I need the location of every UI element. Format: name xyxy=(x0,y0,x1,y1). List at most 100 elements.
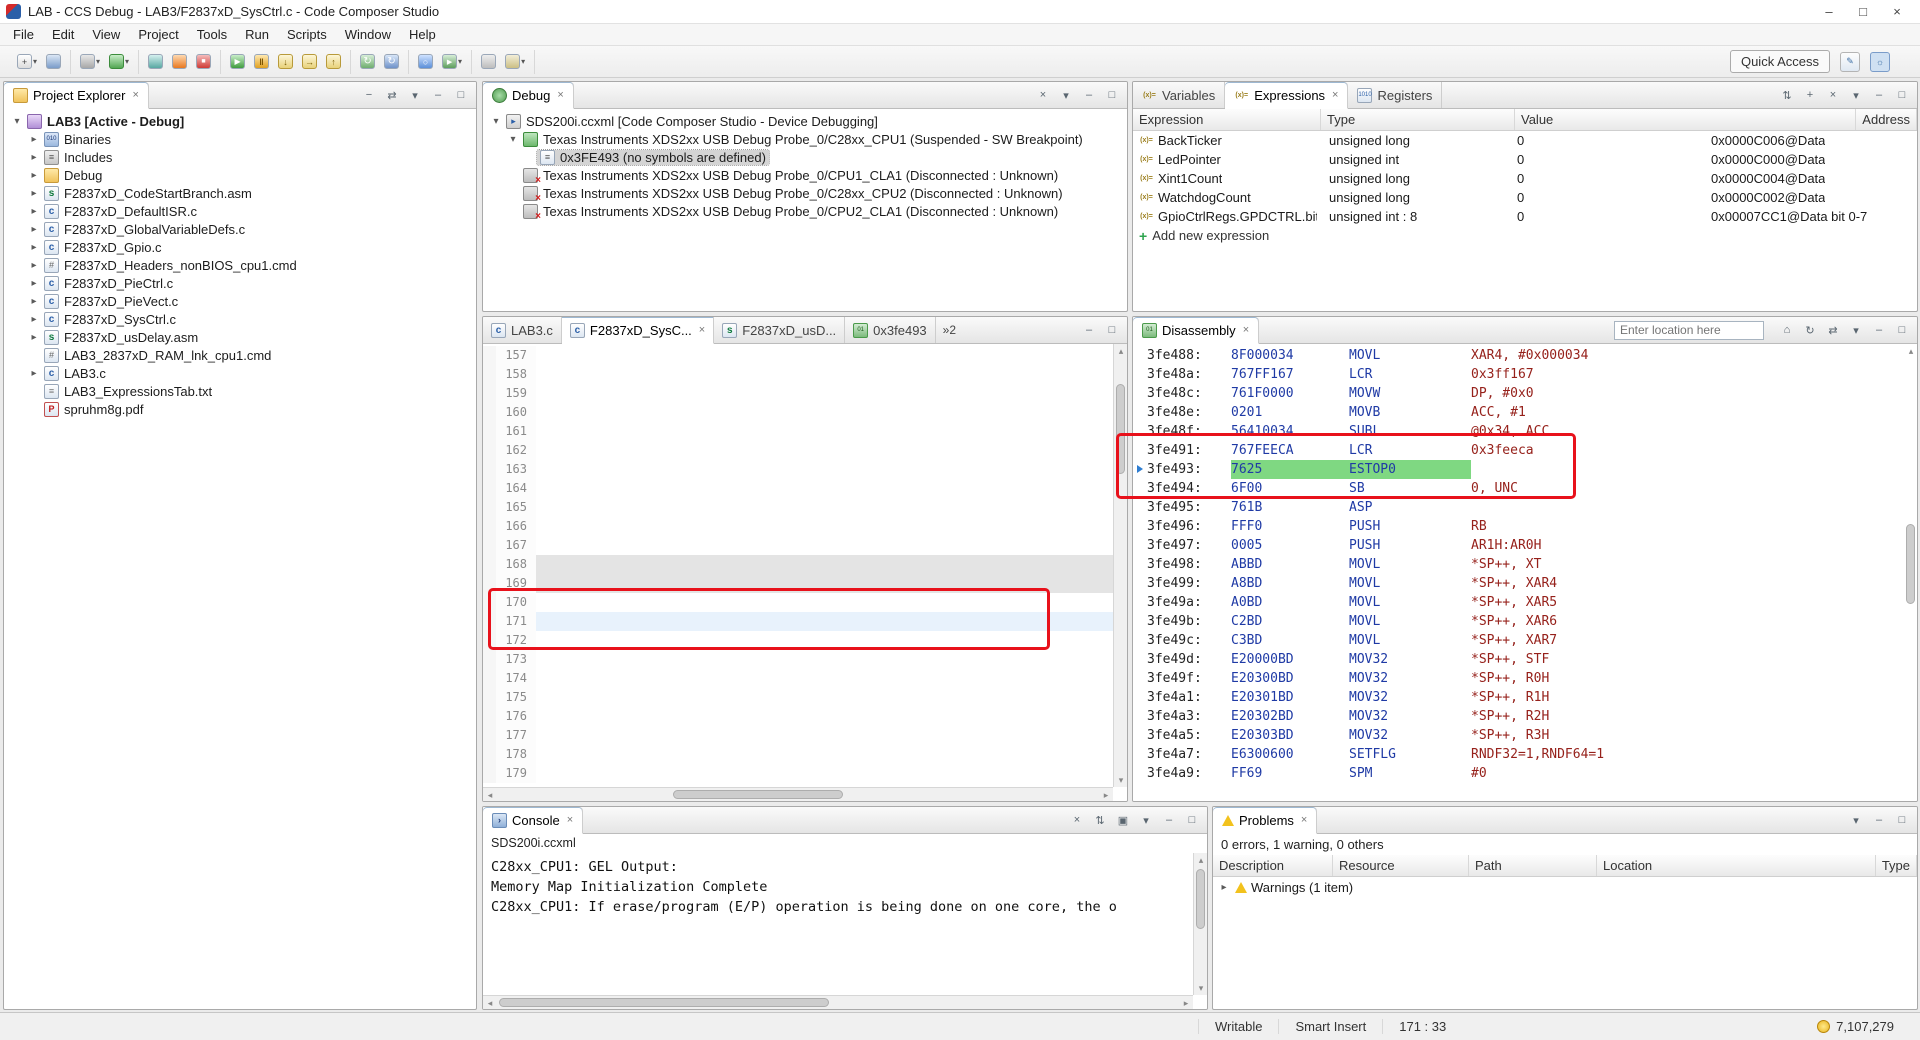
column-header[interactable]: Value xyxy=(1515,109,1856,130)
view-menu-icon[interactable]: ▾ xyxy=(1848,322,1864,338)
code-line[interactable]: 167 // xyxy=(483,536,1113,555)
code-line[interactable]: 177 // Turn on all peripherals xyxy=(483,726,1113,745)
line-number[interactable]: 171 xyxy=(496,612,536,631)
view-menu-icon[interactable]: ▾ xyxy=(1848,87,1864,103)
view-menu-icon[interactable]: ▾ xyxy=(1848,812,1864,828)
disassembly-line[interactable]: 3fe48f: 56410034 SUBL @0x34, ACC xyxy=(1133,422,1917,441)
tree-item[interactable]: ▸ F2837xD_CodeStartBranch.asm xyxy=(4,184,476,202)
tree-item[interactable]: ▸ F2837xD_DefaultISR.c xyxy=(4,202,476,220)
location-input[interactable] xyxy=(1614,321,1764,340)
editor-tab[interactable]: 0x3fe493 xyxy=(845,317,936,343)
debug-tree-item[interactable]: ▾ Texas Instruments XDS2xx USB Debug Pro… xyxy=(483,130,1127,148)
expression-row[interactable]: BackTicker unsigned long 0 0x0000C006@Da… xyxy=(1133,131,1917,150)
scroll-up-arrow[interactable]: ▴ xyxy=(1904,344,1917,358)
tab-console[interactable]: Console × xyxy=(483,807,583,834)
code-line[interactable]: 165 // xyxy=(483,498,1113,517)
add-expression-row[interactable]: + Add new expression xyxy=(1133,226,1917,245)
code-editor[interactable]: 157 // 158 // Initialize the PLL control… xyxy=(483,344,1127,801)
expression-row[interactable]: LedPointer unsigned int 0 0x0000C000@Dat… xyxy=(1133,150,1917,169)
line-number[interactable]: 161 xyxy=(496,422,536,441)
tree-item[interactable]: ▸ Binaries xyxy=(4,130,476,148)
pin-console-icon[interactable]: ▣ xyxy=(1115,812,1131,828)
view-tab[interactable]: Expressions × xyxy=(1225,82,1348,109)
debug-tree-item[interactable]: 0x3FE493 (no symbols are defined) xyxy=(483,148,1127,166)
dropdown-arrow-icon[interactable]: ▾ xyxy=(96,57,100,66)
menu-item[interactable]: Scripts xyxy=(278,25,336,44)
expression-row[interactable]: Xint1Count unsigned long 0 0x0000C004@Da… xyxy=(1133,169,1917,188)
vertical-scrollbar[interactable]: ▴ ▾ xyxy=(1193,853,1207,995)
menu-item[interactable]: View xyxy=(83,25,129,44)
minimize-icon[interactable]: – xyxy=(1871,87,1887,103)
code-line[interactable]: 173 xyxy=(483,650,1113,669)
dropdown-arrow-icon[interactable]: ▾ xyxy=(33,57,37,66)
editor-tab[interactable]: LAB3.c xyxy=(483,317,562,343)
expander-icon[interactable]: ▾ xyxy=(10,116,24,127)
column-header[interactable]: Path xyxy=(1469,855,1597,876)
scroll-right-arrow[interactable]: ▸ xyxy=(1179,996,1193,1009)
link-editor-icon[interactable]: ⇄ xyxy=(384,87,400,103)
debug-tree-item[interactable]: Texas Instruments XDS2xx USB Debug Probe… xyxy=(483,184,1127,202)
tab-overflow-indicator[interactable]: »2 xyxy=(936,323,963,337)
toolbar-button[interactable] xyxy=(324,52,343,71)
column-header[interactable]: Expression xyxy=(1133,109,1321,130)
home-icon[interactable]: ⌂ xyxy=(1779,322,1795,338)
debug-perspective-button[interactable]: ☼ xyxy=(1870,52,1890,72)
disassembly-line[interactable]: 3fe494: 6F00 SB 0, UNC xyxy=(1133,479,1917,498)
disassembly-line[interactable]: 3fe497: 0005 PUSH AR1H:AR0H xyxy=(1133,536,1917,555)
refresh-icon[interactable]: ↻ xyxy=(1802,322,1818,338)
toolbar-button[interactable]: ▾ xyxy=(503,52,527,71)
tab-close-icon[interactable]: × xyxy=(1330,89,1338,101)
code-line[interactable]: 157 // xyxy=(483,346,1113,365)
code-line[interactable]: 176 // xyxy=(483,707,1113,726)
sort-icon[interactable]: ⇅ xyxy=(1779,87,1795,103)
disassembly-line[interactable]: 3fe49b: C2BD MOVL *SP++, XAR6 xyxy=(1133,612,1917,631)
column-header[interactable]: Resource xyxy=(1333,855,1469,876)
remove-all-icon[interactable]: × xyxy=(1035,87,1051,103)
maximize-icon[interactable]: □ xyxy=(1184,812,1200,828)
quick-access-button[interactable]: Quick Access xyxy=(1730,50,1830,73)
clear-console-icon[interactable]: × xyxy=(1069,812,1085,828)
disassembly-line[interactable]: 3fe491: 767FEECA LCR 0x3feeca xyxy=(1133,441,1917,460)
tab-problems[interactable]: Problems × xyxy=(1213,807,1317,834)
toolbar-button[interactable] xyxy=(170,52,189,71)
line-number[interactable]: 168 xyxy=(496,555,536,574)
disassembly-view[interactable]: 3fe488: 8F000034 MOVL XAR4, #0x000034 3f… xyxy=(1133,344,1917,801)
expander-icon[interactable]: ▸ xyxy=(27,314,41,325)
line-number[interactable]: 162 xyxy=(496,441,536,460)
code-line[interactable]: 159 // xyxy=(483,384,1113,403)
scroll-down-arrow[interactable]: ▾ xyxy=(1114,773,1127,787)
close-button[interactable]: × xyxy=(1880,1,1914,23)
tree-item[interactable]: ▸ F2837xD_Gpio.c xyxy=(4,238,476,256)
code-line[interactable]: 175 xyxy=(483,688,1113,707)
scrollbar-thumb[interactable] xyxy=(673,790,843,799)
expander-icon[interactable]: ▸ xyxy=(27,224,41,235)
debug-tree-item[interactable]: Texas Instruments XDS2xx USB Debug Probe… xyxy=(483,166,1127,184)
expander-icon[interactable]: ▸ xyxy=(27,368,41,379)
scrollbar-thumb[interactable] xyxy=(1906,524,1915,604)
expander-icon[interactable]: ▸ xyxy=(27,278,41,289)
expander-icon[interactable]: ▸ xyxy=(27,188,41,199)
editor-tab[interactable]: F2837xD_SysC... × xyxy=(562,317,714,344)
menu-item[interactable]: Edit xyxy=(43,25,83,44)
toolbar-button[interactable] xyxy=(146,52,165,71)
disassembly-line[interactable]: 3fe49c: C3BD MOVL *SP++, XAR7 xyxy=(1133,631,1917,650)
code-line[interactable]: 171 InitSysPll(XTAL_OSC, IMULT_2, FMULT_… xyxy=(483,612,1113,631)
collapse-all-icon[interactable]: − xyxy=(361,87,377,103)
tab-disassembly[interactable]: Disassembly × xyxy=(1133,317,1259,344)
code-line[interactable]: 172 #endif // LAUNCHXL_F28379D xyxy=(483,631,1113,650)
view-tab[interactable]: Registers xyxy=(1348,82,1442,108)
disassembly-line[interactable]: 3fe49a: A0BD MOVL *SP++, XAR5 xyxy=(1133,593,1917,612)
disassembly-line[interactable]: 3fe49f: E20300BD MOV32 *SP++, R0H xyxy=(1133,669,1917,688)
scroll-up-arrow[interactable]: ▴ xyxy=(1194,853,1207,867)
problems-group-row[interactable]: ▸ Warnings (1 item) xyxy=(1213,877,1917,897)
disassembly-line[interactable]: 3fe49d: E20000BD MOV32 *SP++, STF xyxy=(1133,650,1917,669)
view-tab[interactable]: Variables xyxy=(1133,82,1225,108)
disassembly-line[interactable]: 3fe48e: 0201 MOVB ACC, #1 xyxy=(1133,403,1917,422)
line-number[interactable]: 170 xyxy=(496,593,536,612)
remove-expression-icon[interactable]: × xyxy=(1825,87,1841,103)
line-number[interactable]: 166 xyxy=(496,517,536,536)
tab-close-icon[interactable]: × xyxy=(1299,814,1307,826)
disassembly-line[interactable]: 3fe495: 761B ASP xyxy=(1133,498,1917,517)
vertical-scrollbar[interactable]: ▴ ▾ xyxy=(1113,344,1127,787)
disassembly-line[interactable]: 3fe493: 7625 ESTOP0 xyxy=(1133,460,1917,479)
